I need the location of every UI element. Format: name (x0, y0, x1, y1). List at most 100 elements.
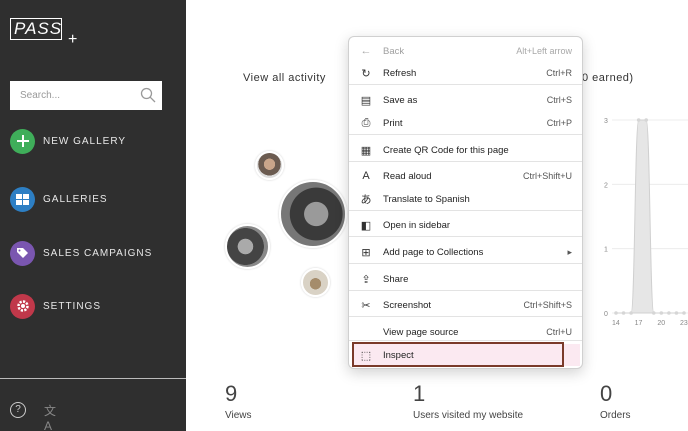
menu-separator (349, 134, 582, 135)
menu-item-shortcut: Ctrl+R (546, 68, 572, 78)
chart-point (651, 311, 656, 315)
chart-x-tick: 14 (612, 320, 620, 327)
refresh-icon: ↻ (361, 67, 371, 80)
activity-chart: 3 2 1 0 14 17 20 23 (604, 118, 688, 327)
menu-separator (349, 161, 582, 162)
nav-label: SALES CAMPAIGNS (43, 247, 153, 259)
orders-label: Orders (600, 410, 631, 421)
plus-icon (10, 128, 35, 154)
menu-item-translate-to-spanish[interactable]: あ Translate to Spanish (353, 188, 580, 210)
chart-y-tick: 2 (604, 182, 608, 189)
chart-area-series (616, 119, 684, 314)
chart-point (674, 311, 679, 315)
menu-item-read-aloud[interactable]: A Read aloud Ctrl+Shift+U (353, 165, 580, 187)
share-icon: ⇪ (361, 273, 371, 286)
menu-item-shortcut: Ctrl+Shift+S (523, 300, 572, 310)
nav-label: SETTINGS (43, 300, 102, 312)
menu-item-create-qr-code-for-this-page[interactable]: ▦ Create QR Code for this page (353, 139, 580, 161)
menu-item-label: Translate to Spanish (383, 193, 470, 205)
activity-photo[interactable] (225, 224, 270, 269)
activity-photo[interactable] (279, 180, 347, 248)
menu-item-refresh[interactable]: ↻ Refresh Ctrl+R (353, 62, 580, 84)
activity-photo[interactable] (255, 151, 284, 180)
views-count: 9 (225, 381, 238, 406)
search-input[interactable]: Search... (10, 81, 162, 110)
nav-settings[interactable]: SETTINGS (10, 293, 180, 319)
help-icon[interactable]: ? (10, 402, 26, 418)
menu-item-label: Screenshot (383, 299, 432, 311)
sidebar: PASS + Search... NEW GALLERY GALLERIES S… (0, 0, 186, 431)
view-all-activity-link[interactable]: View all activity (243, 72, 326, 84)
menu-item-save-as[interactable]: ▤ Save as Ctrl+S (353, 89, 580, 111)
menu-item-label: Save as (383, 94, 418, 106)
language-icon[interactable]: 文A (44, 402, 62, 431)
chart-x-tick: 20 (657, 320, 665, 327)
sidebar-divider (0, 378, 186, 379)
chart-point (614, 311, 618, 315)
menu-item-print[interactable]: ⎙ Print Ctrl+P (353, 112, 580, 134)
gear-icon (10, 293, 35, 319)
blank-icon (359, 325, 373, 339)
menu-item-label: Back (383, 45, 405, 57)
chart-y-tick: 0 (604, 311, 608, 318)
earned-label: 0 earned) (582, 72, 634, 84)
menu-item-shortcut: Ctrl+S (546, 95, 572, 105)
search-icon[interactable] (140, 87, 156, 103)
menu-separator (349, 236, 582, 237)
collections-icon: ⊞ (361, 246, 371, 259)
galleries-icon (10, 186, 35, 212)
menu-item-shortcut: Ctrl+U (546, 327, 572, 337)
inspect-highlight-box (352, 342, 564, 367)
views-label: Views (225, 410, 252, 421)
logo-text: PASS (14, 19, 63, 38)
chart-point (621, 311, 626, 315)
context-menu: ← Back Alt+Left arrow ↻ Refresh Ctrl+R ▤ Save a… (348, 36, 583, 369)
qr-code-icon: ▦ (360, 144, 372, 157)
submenu-arrow-icon: ▸ (567, 246, 572, 257)
nav-galleries[interactable]: GALLERIES (10, 186, 180, 212)
chart-point (629, 311, 633, 315)
menu-item-view-page-source[interactable]: View page source Ctrl+U (353, 321, 580, 343)
menu-item-share[interactable]: ⇪ Share (353, 268, 580, 290)
chart-point (636, 118, 641, 122)
menu-item-label: View page source (383, 326, 459, 338)
menu-item-shortcut: Alt+Left arrow (516, 46, 572, 56)
menu-separator (349, 263, 582, 264)
nav-label: GALLERIES (43, 193, 108, 205)
pass-logo[interactable]: PASS + (10, 18, 77, 48)
chart-point (682, 311, 686, 315)
back-arrow-icon: ← (360, 45, 372, 57)
save-icon: ▤ (360, 94, 372, 107)
menu-item-back[interactable]: ← Back Alt+Left arrow (353, 40, 580, 62)
menu-item-screenshot[interactable]: ✂ Screenshot Ctrl+Shift+S (353, 294, 580, 316)
chart-y-tick: 1 (604, 247, 608, 254)
nav-sales-campaigns[interactable]: SALES CAMPAIGNS (10, 240, 180, 266)
menu-item-shortcut: Ctrl+P (546, 118, 572, 128)
read-aloud-icon: A (362, 170, 370, 182)
nav-label: NEW GALLERY (43, 135, 127, 147)
menu-item-open-in-sidebar[interactable]: ◧ Open in sidebar (353, 214, 580, 236)
visitors-label: Users visited my website (413, 410, 524, 421)
chart-x-tick: 23 (680, 320, 688, 327)
screenshot-icon: ✂ (361, 299, 371, 312)
activity-photo[interactable] (301, 268, 330, 297)
visitors-count: 1 (413, 381, 426, 406)
orders-count: 0 (600, 381, 613, 406)
sidebar-icon: ◧ (360, 219, 372, 232)
nav-new-gallery[interactable]: NEW GALLERY (10, 128, 180, 154)
chart-point (659, 311, 664, 315)
menu-item-shortcut: Ctrl+Shift+U (522, 171, 572, 181)
chart-point (667, 311, 671, 315)
menu-item-label: Refresh (383, 67, 417, 79)
menu-separator (349, 210, 582, 211)
menu-separator (349, 84, 582, 85)
menu-item-label: Read aloud (383, 170, 432, 182)
logo-plus: + (68, 31, 78, 48)
translate-icon: あ (360, 194, 372, 206)
menu-separator (349, 316, 582, 317)
tag-icon (10, 240, 35, 266)
print-icon: ⎙ (361, 116, 371, 129)
menu-item-add-page-to-collections[interactable]: ⊞ Add page to Collections ▸ (353, 241, 580, 263)
search-placeholder: Search... (20, 90, 61, 101)
menu-separator (349, 290, 582, 291)
